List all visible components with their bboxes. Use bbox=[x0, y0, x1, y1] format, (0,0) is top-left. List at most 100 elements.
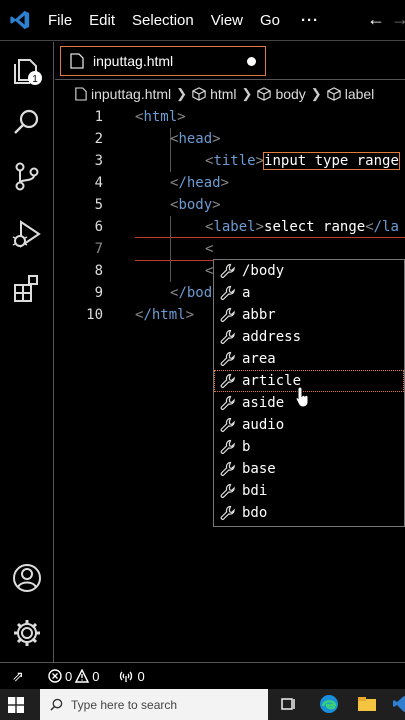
suggest-item[interactable]: bdi bbox=[214, 480, 404, 502]
suggest-item-label: article bbox=[242, 373, 302, 389]
suggest-item[interactable]: abbr bbox=[214, 304, 404, 326]
wrench-icon bbox=[220, 351, 235, 366]
line-number: 4 bbox=[94, 175, 103, 191]
line-number: 3 bbox=[94, 153, 103, 169]
breadcrumb-label[interactable]: label bbox=[327, 86, 374, 102]
wrench-icon bbox=[220, 483, 235, 498]
explorer-icon[interactable]: 1 bbox=[11, 54, 43, 86]
editor-tabs: inputtag.html bbox=[55, 42, 405, 80]
chevron-right-icon: ❯ bbox=[176, 86, 188, 101]
menu-edit[interactable]: Edit bbox=[89, 12, 115, 29]
explorer-badge: 1 bbox=[32, 74, 38, 85]
breadcrumb: inputtag.html ❯ html ❯ body ❯ label bbox=[55, 82, 405, 106]
suggest-item-label: address bbox=[242, 329, 302, 345]
suggest-item-label: /body bbox=[242, 263, 285, 279]
wrench-icon bbox=[220, 285, 235, 300]
cube-icon bbox=[257, 87, 272, 101]
code-token: html bbox=[143, 109, 178, 125]
windows-start-icon[interactable] bbox=[8, 697, 24, 713]
suggest-item[interactable]: area bbox=[214, 348, 404, 370]
broadcast-icon bbox=[120, 671, 133, 682]
wrench-icon bbox=[220, 329, 235, 344]
tab-label: inputtag.html bbox=[93, 53, 174, 69]
warning-count: 0 bbox=[92, 668, 100, 684]
task-view-icon[interactable] bbox=[280, 693, 296, 715]
ports-indicator[interactable]: 0 bbox=[119, 668, 145, 684]
forward-arrow-icon[interactable]: → bbox=[391, 9, 405, 30]
code-token: label bbox=[213, 219, 256, 235]
accounts-icon[interactable] bbox=[11, 562, 43, 594]
menu-view[interactable]: View bbox=[211, 12, 243, 29]
run-debug-icon[interactable] bbox=[11, 218, 43, 250]
suggest-item-label: a bbox=[242, 285, 251, 301]
suggest-item-label: audio bbox=[242, 417, 285, 433]
taskbar-search-box[interactable]: Type here to search bbox=[40, 689, 268, 720]
suggest-item[interactable]: /body bbox=[214, 260, 404, 282]
line-number: 1 bbox=[94, 109, 103, 125]
wrench-icon bbox=[220, 461, 235, 476]
file-explorer-icon[interactable] bbox=[356, 693, 378, 715]
code-token: /html bbox=[143, 307, 186, 323]
suggest-item[interactable]: bdo bbox=[214, 502, 404, 524]
ports-count: 0 bbox=[137, 668, 145, 684]
code-token: body bbox=[178, 197, 213, 213]
suggest-item-label: area bbox=[242, 351, 276, 367]
suggest-item-label: b bbox=[242, 439, 251, 455]
code-line: 5 <body> bbox=[55, 194, 405, 216]
mouse-pointer-icon bbox=[296, 386, 309, 408]
extensions-icon[interactable] bbox=[11, 272, 43, 304]
wrench-icon bbox=[220, 395, 235, 410]
windows-taskbar: Type here to search bbox=[0, 689, 405, 720]
code-token: /bod bbox=[178, 285, 213, 301]
code-line: 7 < bbox=[55, 238, 405, 260]
source-control-icon[interactable] bbox=[11, 160, 43, 192]
suggest-item[interactable]: base bbox=[214, 458, 404, 480]
file-icon bbox=[75, 87, 87, 101]
error-count: 0 bbox=[65, 668, 73, 684]
wrench-icon bbox=[220, 505, 235, 520]
line-number: 10 bbox=[86, 307, 103, 323]
line-number: 6 bbox=[94, 219, 103, 235]
suggest-item[interactable]: audio bbox=[214, 414, 404, 436]
problems-indicator[interactable]: 0 0 bbox=[48, 669, 99, 684]
wrench-icon bbox=[220, 263, 235, 278]
unsaved-dot-icon[interactable] bbox=[247, 57, 256, 66]
file-icon bbox=[70, 53, 84, 69]
breadcrumb-body[interactable]: body bbox=[257, 86, 306, 102]
back-arrow-icon[interactable]: ← bbox=[367, 9, 385, 30]
vscode-taskbar-icon[interactable] bbox=[392, 693, 405, 715]
menu-go[interactable]: Go bbox=[260, 12, 280, 29]
edge-browser-icon[interactable] bbox=[318, 693, 340, 715]
tab-inputtag-html[interactable]: inputtag.html bbox=[60, 46, 266, 76]
menu-selection[interactable]: Selection bbox=[132, 12, 194, 29]
line-number: 8 bbox=[94, 263, 103, 279]
cube-icon bbox=[192, 87, 206, 101]
line-number: 2 bbox=[94, 131, 103, 147]
menu-file[interactable]: File bbox=[48, 12, 72, 29]
remote-icon[interactable]: ⇗ bbox=[0, 668, 36, 685]
suggest-item[interactable]: b bbox=[214, 436, 404, 458]
suggest-item-label: abbr bbox=[242, 307, 276, 323]
code-token: head bbox=[178, 131, 213, 147]
code-token: select range bbox=[264, 219, 366, 235]
wrench-icon bbox=[220, 417, 235, 432]
suggest-item-label: bdo bbox=[242, 505, 268, 521]
menu-more[interactable]: ··· bbox=[301, 12, 319, 29]
search-icon[interactable] bbox=[11, 106, 43, 138]
chevron-right-icon: ❯ bbox=[310, 86, 322, 101]
breadcrumb-file[interactable]: inputtag.html bbox=[75, 86, 171, 102]
code-line: 1 <html> bbox=[55, 106, 405, 128]
vscode-logo-icon[interactable] bbox=[9, 9, 31, 31]
code-token: title bbox=[213, 153, 256, 169]
title-bar: File Edit Selection View Go ··· ← → bbox=[0, 0, 405, 41]
suggest-item[interactable]: a bbox=[214, 282, 404, 304]
code-token: input type range bbox=[263, 152, 400, 170]
wrench-icon bbox=[220, 307, 235, 322]
manage-gear-icon[interactable] bbox=[11, 617, 43, 649]
breadcrumb-html[interactable]: html bbox=[192, 86, 237, 102]
code-token: /head bbox=[178, 175, 221, 191]
suggest-item-label: aside bbox=[242, 395, 285, 411]
code-token: /la bbox=[373, 219, 399, 235]
warning-icon bbox=[75, 669, 90, 683]
suggest-item[interactable]: address bbox=[214, 326, 404, 348]
